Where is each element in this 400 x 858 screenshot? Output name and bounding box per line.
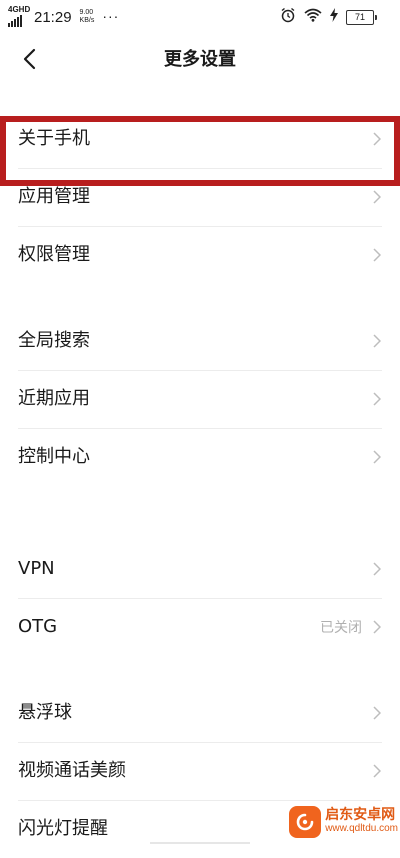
battery-icon: 71 (346, 10, 377, 25)
watermark-name: 启东安卓网 (325, 807, 396, 823)
setting-label: 全局搜索 (18, 330, 90, 351)
status-time: 21:29 (34, 8, 72, 26)
network-speed-unit: KB/s (79, 16, 95, 24)
chevron-right-icon (372, 391, 382, 407)
network-type-label: 4GHD (8, 5, 31, 14)
status-bar: 4GHD 21:29 9.00 KB/s ··· 71 (0, 0, 400, 36)
network-speed-value: 9.00 (79, 8, 94, 16)
chevron-right-icon (372, 619, 382, 635)
setting-status-value: 已关闭 (320, 620, 362, 636)
signal-strength-icon (8, 13, 22, 27)
setting-label: 视频通话美颜 (18, 760, 126, 781)
setting-label: 应用管理 (18, 186, 90, 207)
setting-label: 近期应用 (18, 388, 90, 409)
alarm-icon (280, 7, 296, 28)
setting-recent-apps[interactable]: 近期应用 (0, 370, 400, 428)
charging-icon (330, 8, 338, 27)
nav-header: 更多设置 (0, 36, 400, 86)
setting-video-call-beauty[interactable]: 视频通话美颜 (0, 742, 400, 800)
more-notifications-icon: ··· (102, 8, 120, 24)
setting-otg[interactable]: OTG 已关闭 (0, 598, 400, 656)
chevron-right-icon (372, 763, 382, 779)
chevron-right-icon (372, 449, 382, 465)
setting-app-management[interactable]: 应用管理 (0, 168, 400, 226)
page-title: 更多设置 (164, 49, 236, 70)
setting-label: 关于手机 (18, 128, 90, 149)
network-speed: 9.00 KB/s (80, 9, 95, 25)
watermark-url: www.qdltdu.com (325, 823, 398, 834)
chevron-right-icon (372, 131, 382, 147)
chevron-right-icon (372, 705, 382, 721)
watermark-logo-icon (289, 806, 322, 838)
setting-label: 悬浮球 (18, 702, 72, 723)
chevron-right-icon (372, 189, 382, 205)
chevron-right-icon (372, 247, 382, 263)
setting-global-search[interactable]: 全局搜索 (0, 312, 400, 370)
setting-vpn[interactable]: VPN (0, 540, 400, 598)
setting-floating-ball[interactable]: 悬浮球 (0, 684, 400, 742)
setting-label: 控制中心 (18, 446, 90, 467)
chevron-right-icon (372, 333, 382, 349)
setting-label: VPN (18, 558, 55, 579)
setting-about-phone[interactable]: 关于手机 (0, 110, 400, 168)
settings-list: 关于手机 应用管理 权限管理 全局搜索 近期应用 控制中心 VPN OTG 已关… (0, 110, 400, 858)
setting-control-center[interactable]: 控制中心 (0, 428, 400, 486)
setting-label: OTG (18, 616, 58, 637)
chevron-right-icon (372, 561, 382, 577)
site-watermark: 启东安卓网 www.qdltdu.com (289, 806, 398, 838)
wifi-icon (304, 8, 322, 27)
settings-group: 关于手机 应用管理 权限管理 (0, 110, 400, 284)
setting-permission-management[interactable]: 权限管理 (0, 226, 400, 284)
setting-label: 权限管理 (18, 244, 90, 265)
settings-group: VPN OTG 已关闭 (0, 540, 400, 656)
settings-group: 全局搜索 近期应用 控制中心 (0, 312, 400, 486)
